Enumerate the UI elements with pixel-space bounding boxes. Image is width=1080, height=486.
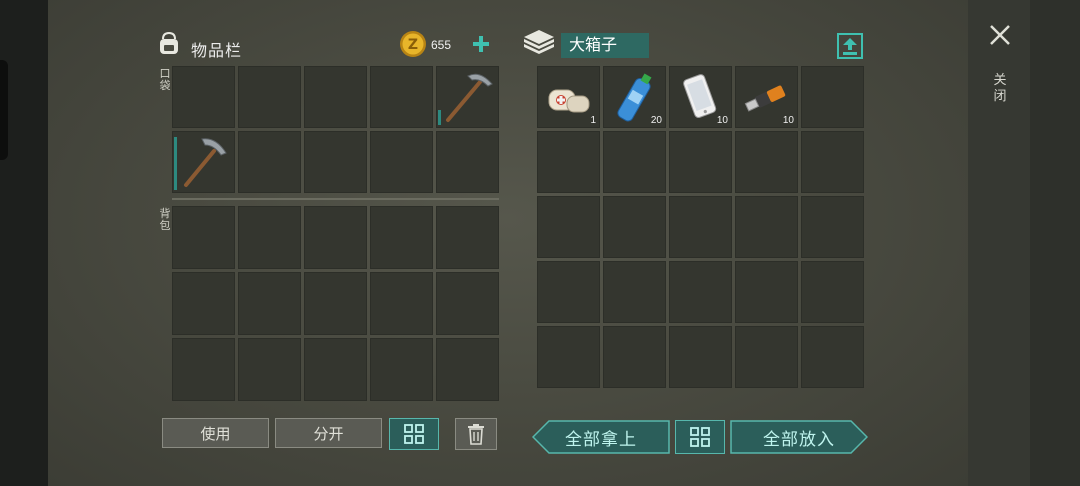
- backpack-slot[interactable]: [304, 206, 367, 269]
- pocket-slot[interactable]: [238, 66, 301, 128]
- close-label[interactable]: 关闭: [992, 72, 1008, 104]
- split-button[interactable]: 分开: [275, 418, 382, 448]
- backpack-slot[interactable]: [370, 272, 433, 335]
- item-count: 10: [716, 115, 728, 126]
- inventory-title: 物品栏: [191, 43, 243, 60]
- trash-button[interactable]: [455, 418, 497, 450]
- container-slot[interactable]: 20: [603, 66, 666, 128]
- close-icon[interactable]: [989, 24, 1011, 46]
- backpack-slot[interactable]: [238, 206, 301, 269]
- pocket-slot[interactable]: [436, 66, 499, 128]
- screen-edge-right: [1030, 0, 1080, 486]
- pocket-slot[interactable]: [238, 131, 301, 193]
- svg-text:Z: Z: [408, 37, 418, 53]
- pickaxe-icon: [184, 138, 227, 187]
- backpack-slot[interactable]: [436, 272, 499, 335]
- sort-grid-icon: [690, 427, 710, 447]
- pocket-label: 口袋: [159, 68, 171, 92]
- container-slot[interactable]: [801, 326, 864, 388]
- pocket-slot[interactable]: [436, 131, 499, 193]
- put-all-button[interactable]: 全部放入: [730, 420, 868, 454]
- screen-notch: [0, 60, 8, 160]
- pocket-slot[interactable]: [172, 131, 235, 193]
- pocket-slot[interactable]: [172, 66, 235, 128]
- coin-balance: 655: [431, 38, 452, 52]
- container-slot[interactable]: [537, 261, 600, 323]
- container-slot[interactable]: [801, 131, 864, 193]
- take-all-button[interactable]: 全部拿上: [532, 420, 670, 454]
- container-slot[interactable]: [603, 326, 666, 388]
- crate-icon: [524, 30, 554, 54]
- backpack-slot[interactable]: [304, 338, 367, 401]
- trash-icon: [468, 424, 484, 445]
- container-slot[interactable]: [537, 131, 600, 193]
- backpack-slot[interactable]: [172, 206, 235, 269]
- container-name: 大箱子: [561, 33, 649, 58]
- pocket-slot[interactable]: [370, 66, 433, 128]
- backpack-label: 背包: [159, 208, 171, 232]
- pocket-divider: [172, 198, 499, 200]
- container-slot[interactable]: [669, 196, 732, 258]
- item-count: 1: [590, 115, 596, 126]
- backpack-slot[interactable]: [370, 206, 433, 269]
- backpack-slot[interactable]: [436, 206, 499, 269]
- container-slot[interactable]: 10: [735, 66, 798, 128]
- container-slot[interactable]: [603, 131, 666, 193]
- container-grid: 1 20 10 10: [537, 66, 864, 401]
- container-slot[interactable]: [669, 131, 732, 193]
- backpack-slot[interactable]: [370, 338, 433, 401]
- container-slot[interactable]: 1: [537, 66, 600, 128]
- container-slot[interactable]: 10: [669, 66, 732, 128]
- take-all-label: 全部拿上: [565, 429, 637, 449]
- put-all-label: 全部放入: [763, 429, 835, 449]
- container-slot[interactable]: [801, 196, 864, 258]
- container-slot[interactable]: [735, 261, 798, 323]
- pocket-slot[interactable]: [370, 131, 433, 193]
- backpack-slot[interactable]: [172, 272, 235, 335]
- backpack-slot[interactable]: [304, 272, 367, 335]
- add-coins-icon[interactable]: [471, 34, 491, 54]
- backpack-slot[interactable]: [238, 272, 301, 335]
- backpack-slot[interactable]: [238, 338, 301, 401]
- container-slot[interactable]: [669, 326, 732, 388]
- sort-inventory-button[interactable]: [389, 418, 439, 450]
- container-slot[interactable]: [603, 261, 666, 323]
- backpack-grid: [172, 206, 499, 401]
- transfer-upload-icon[interactable]: [837, 33, 863, 59]
- pocket-slot[interactable]: [304, 131, 367, 193]
- backpack-slot[interactable]: [172, 338, 235, 401]
- sort-container-button[interactable]: [675, 420, 725, 454]
- item-count: 10: [782, 115, 794, 126]
- container-slot[interactable]: [735, 196, 798, 258]
- pickaxe-icon: [446, 73, 493, 122]
- container-slot[interactable]: [735, 326, 798, 388]
- container-slot[interactable]: [603, 196, 666, 258]
- sort-grid-icon: [404, 424, 424, 444]
- pocket-slot[interactable]: [304, 66, 367, 128]
- container-slot[interactable]: [537, 326, 600, 388]
- use-button[interactable]: 使用: [162, 418, 269, 448]
- pocket-grid: [172, 66, 499, 193]
- backpack-icon: [160, 31, 178, 54]
- coin-icon: Z: [400, 31, 426, 57]
- container-slot[interactable]: [735, 131, 798, 193]
- backpack-slot[interactable]: [436, 338, 499, 401]
- container-slot[interactable]: [537, 196, 600, 258]
- container-slot[interactable]: [801, 66, 864, 128]
- container-slot[interactable]: [801, 261, 864, 323]
- item-count: 20: [650, 115, 662, 126]
- container-slot[interactable]: [669, 261, 732, 323]
